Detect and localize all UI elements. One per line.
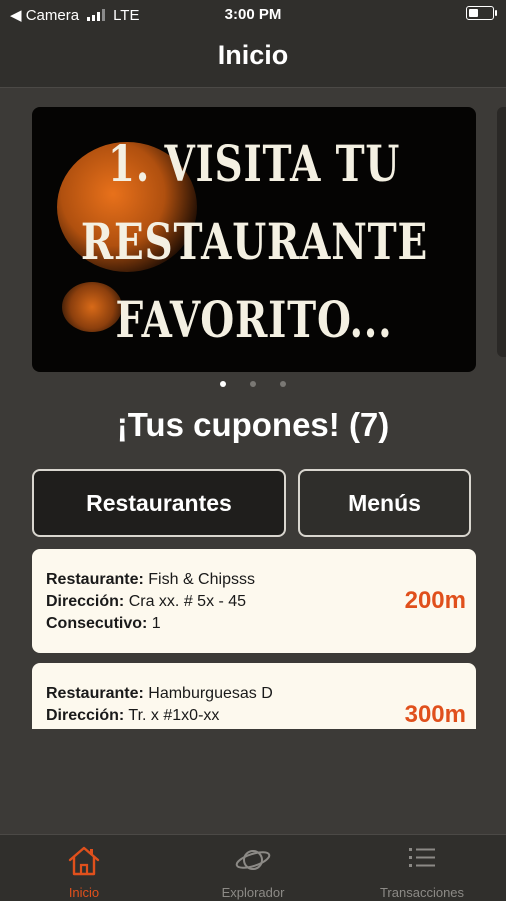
banner-line: FAVORITO...	[115, 290, 393, 349]
coupon-address-row: Dirección: Tr. x #1x0-xx	[46, 705, 462, 727]
address-value: Cra xx. # 5x - 45	[128, 593, 247, 610]
restaurant-value: Hamburguesas D	[148, 685, 273, 702]
coupon-distance: 300m	[404, 701, 466, 728]
bottom-tab-bar: Inicio Explorador Transacciones	[0, 834, 506, 901]
tabbar-item-explorador[interactable]: Explorador	[169, 835, 337, 901]
tabbar-item-inicio[interactable]: Inicio	[0, 835, 168, 901]
banner-line: 1. VISITA TU	[107, 134, 401, 193]
coupon-restaurant-row: Restaurante: Fish & Chipsss	[46, 569, 462, 591]
status-bar: ◀ Camera LTE 3:00 PM	[0, 0, 506, 30]
restaurant-label: Restaurante:	[46, 685, 144, 702]
coupon-list[interactable]: Restaurante: Fish & Chipsss Dirección: C…	[32, 549, 476, 729]
address-label: Dirección:	[46, 593, 125, 610]
status-time: 3:00 PM	[224, 6, 282, 23]
planet-icon	[235, 850, 271, 870]
restaurant-value: Fish & Chipsss	[148, 571, 255, 588]
tabbar-label: Explorador	[221, 885, 285, 900]
list-icon	[409, 848, 435, 867]
consecutive-value: 1	[151, 615, 161, 632]
banner-text: 1. VISITA TU RESTAURANTE FAVORITO...	[81, 125, 427, 359]
home-icon	[68, 846, 100, 876]
tab-restaurantes[interactable]: Restaurantes	[32, 469, 286, 537]
address-label: Dirección:	[46, 707, 125, 724]
coupon-address-row: Dirección: Cra xx. # 5x - 45	[46, 591, 462, 613]
carousel-page-indicator[interactable]	[0, 381, 506, 387]
page-dot-2[interactable]	[250, 381, 256, 387]
coupons-title: ¡Tus cupones! (7)	[116, 406, 390, 443]
coupon-card[interactable]: Restaurante: Hamburguesas D Dirección: T…	[32, 663, 476, 729]
page-dot-3[interactable]	[280, 381, 286, 387]
page-title: Inicio	[0, 30, 506, 88]
coupon-card[interactable]: Restaurante: Fish & Chipsss Dirección: C…	[32, 549, 476, 653]
coupon-consecutive-row: Consecutivo: 1	[46, 613, 462, 635]
page-dot-1[interactable]	[220, 381, 226, 387]
banner-line: RESTAURANTE	[80, 212, 428, 271]
next-banner-peek[interactable]	[497, 107, 506, 357]
coupon-restaurant-row: Restaurante: Hamburguesas D	[46, 683, 462, 705]
consecutive-label: Consecutivo:	[46, 615, 148, 632]
address-value: Tr. x #1x0-xx	[128, 707, 220, 724]
promo-banner[interactable]: 1. VISITA TU RESTAURANTE FAVORITO...	[32, 107, 476, 372]
tab-menus[interactable]: Menús	[298, 469, 471, 537]
battery-icon	[466, 6, 497, 20]
coupon-distance: 200m	[404, 587, 466, 614]
tabbar-label: Transacciones	[379, 885, 465, 900]
tabbar-label: Inicio	[68, 885, 100, 900]
restaurant-label: Restaurante:	[46, 571, 144, 588]
tabbar-item-transacciones[interactable]: Transacciones	[338, 835, 506, 901]
